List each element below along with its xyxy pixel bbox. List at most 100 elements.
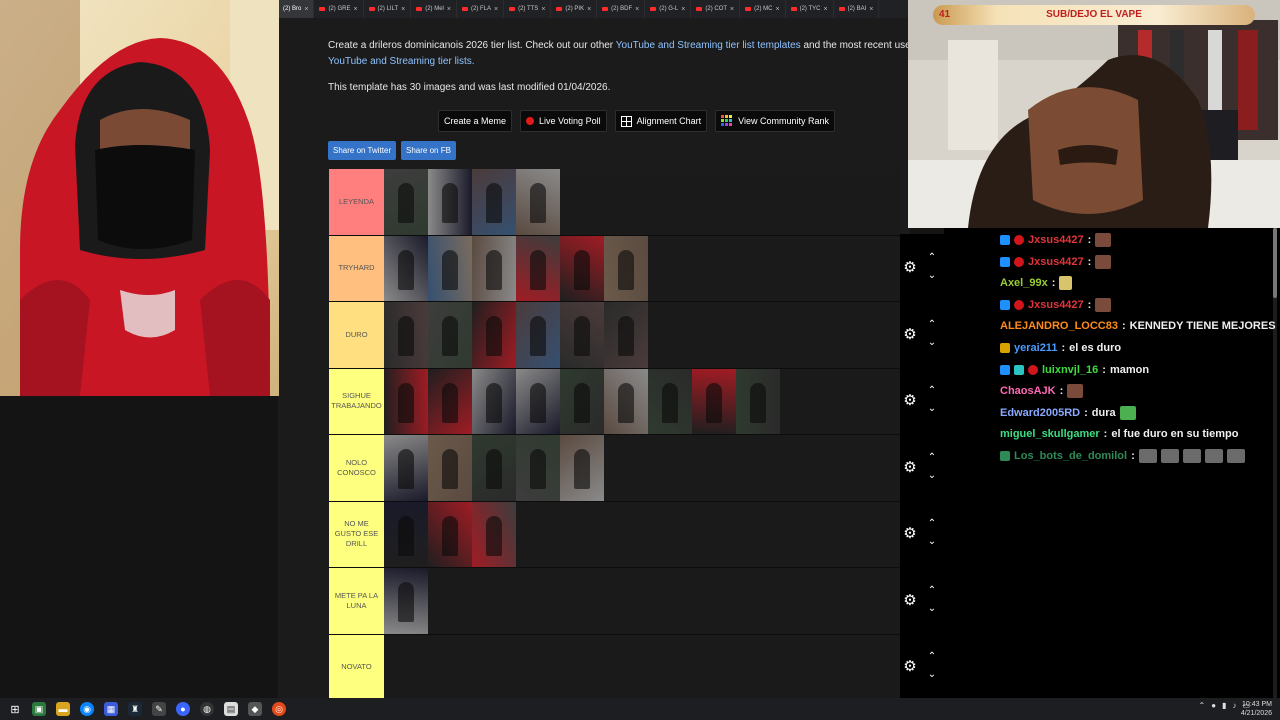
windows-start-icon[interactable]: ⊞ — [8, 702, 22, 716]
chevron-down-icon[interactable]: ⌄ — [926, 403, 938, 415]
chevron-down-icon[interactable]: ⌄ — [926, 470, 938, 482]
tier-item-image[interactable] — [428, 435, 472, 501]
tier-item-image[interactable] — [472, 501, 516, 567]
file-explorer-icon[interactable]: ▬ — [56, 702, 70, 716]
browser-tab[interactable]: (2) PIK × — [551, 0, 598, 18]
tier-item-image[interactable] — [692, 368, 736, 434]
close-tab-icon[interactable]: × — [681, 6, 685, 13]
network-icon[interactable]: ▮ — [1222, 701, 1226, 710]
volume-icon[interactable]: ♪ — [1232, 701, 1236, 710]
chevron-up-icon[interactable]: ⌃ — [926, 651, 938, 663]
chat-scrollbar-thumb[interactable] — [1273, 228, 1277, 298]
chevron-up-icon[interactable]: ⌃ — [926, 319, 938, 331]
close-tab-icon[interactable]: × — [447, 6, 451, 13]
chat-username[interactable]: luixnvjl_16 — [1042, 364, 1098, 376]
tier-item-image[interactable] — [516, 368, 560, 434]
tier-label[interactable]: NO ME GUSTO ESE DRILL — [329, 501, 384, 567]
gear-icon[interactable]: ⚙ — [902, 659, 918, 675]
steam-icon[interactable]: ♜ — [128, 702, 142, 716]
close-tab-icon[interactable]: × — [823, 6, 827, 13]
close-tab-icon[interactable]: × — [635, 6, 639, 13]
calendar-icon[interactable]: ▤ — [224, 702, 238, 716]
gear-icon[interactable]: ⚙ — [902, 260, 918, 276]
chevron-up-icon[interactable]: ⌃ — [1198, 701, 1205, 710]
tier-item-image[interactable] — [428, 501, 472, 567]
tier-item-image[interactable] — [428, 169, 472, 235]
tier-item-image[interactable] — [736, 368, 780, 434]
tier-item-image[interactable] — [384, 235, 428, 301]
tier-item-image[interactable] — [384, 501, 428, 567]
obs-icon[interactable]: ◍ — [200, 702, 214, 716]
share-fb-button[interactable]: Share on FB — [401, 141, 456, 160]
close-tab-icon[interactable]: × — [869, 6, 873, 13]
tier-label[interactable]: NOLO CONOSCO — [329, 435, 384, 501]
share-twitter-button[interactable]: Share on Twitter — [328, 141, 397, 160]
taskbar-clock[interactable]: 10:43 PM 4/21/2026 — [1241, 700, 1272, 718]
microphone-icon[interactable]: ● — [1211, 701, 1216, 710]
youtube-templates-link[interactable]: YouTube and Streaming tier list template… — [616, 40, 801, 51]
chevron-up-icon[interactable]: ⌃ — [926, 452, 938, 464]
chevron-up-icon[interactable]: ⌃ — [926, 252, 938, 264]
tier-item-image[interactable] — [384, 368, 428, 434]
tier-item-image[interactable] — [560, 435, 604, 501]
browser-tab[interactable]: (2) Bro × — [278, 0, 315, 18]
tier-item-image[interactable] — [472, 302, 516, 368]
close-tab-icon[interactable]: × — [775, 6, 779, 13]
close-tab-icon[interactable]: × — [304, 6, 308, 13]
browser-tab[interactable]: (2) LILT × — [364, 0, 412, 18]
browser-tab[interactable]: (2) BDF × — [597, 0, 646, 18]
chat-username[interactable]: Los_bots_de_domilol — [1014, 450, 1127, 462]
tier-item-image[interactable] — [384, 302, 428, 368]
tier-item-image[interactable] — [472, 435, 516, 501]
shield-icon[interactable]: ◆ — [248, 702, 262, 716]
tier-item-image[interactable] — [472, 169, 516, 235]
tier-item-image[interactable] — [560, 368, 604, 434]
close-tab-icon[interactable]: × — [541, 6, 545, 13]
chat-username[interactable]: Edward2005RD — [1000, 407, 1080, 419]
store-icon[interactable]: ▦ — [104, 702, 118, 716]
chat-username[interactable]: miguel_skullgamer — [1000, 428, 1100, 440]
chat-scrollbar-track[interactable] — [1273, 228, 1277, 698]
tier-label[interactable]: SIGHUE TRABAJANDO — [329, 368, 384, 434]
chat-username[interactable]: ChaosAJK — [1000, 385, 1056, 397]
gear-icon[interactable]: ⚙ — [902, 393, 918, 409]
chat-username[interactable]: ALEJANDRO_LOCC83 — [1000, 320, 1118, 332]
tier-label[interactable]: NOVATO — [329, 634, 384, 698]
tier-item-image[interactable] — [604, 368, 648, 434]
chrome-icon[interactable]: ◎ — [272, 702, 286, 716]
tier-item-image[interactable] — [648, 368, 692, 434]
view-community-rank-button[interactable]: View Community Rank — [715, 110, 835, 132]
close-tab-icon[interactable]: × — [401, 6, 405, 13]
gear-icon[interactable]: ⚙ — [902, 326, 918, 343]
tier-label[interactable]: TRYHARD — [329, 235, 384, 301]
tier-item-image[interactable] — [428, 302, 472, 368]
browser-tab[interactable]: (2) COT × — [691, 0, 741, 18]
gear-icon[interactable]: ⚙ — [902, 526, 918, 542]
chevron-down-icon[interactable]: ⌄ — [926, 669, 938, 681]
browser-tab[interactable]: (2) MC × — [740, 0, 786, 18]
tier-label[interactable]: LEYENDA — [329, 169, 384, 235]
chevron-up-icon[interactable]: ⌃ — [926, 585, 938, 597]
tier-item-image[interactable] — [428, 235, 472, 301]
tier-item-image[interactable] — [384, 435, 428, 501]
close-tab-icon[interactable]: × — [730, 6, 734, 13]
gear-icon[interactable]: ⚙ — [902, 592, 918, 609]
tier-item-image[interactable] — [560, 302, 604, 368]
tier-item-image[interactable] — [384, 568, 428, 634]
browser-edge-icon[interactable]: ◉ — [80, 702, 94, 716]
create-meme-button[interactable]: Create a Meme — [438, 110, 513, 132]
chevron-down-icon[interactable]: ⌄ — [926, 270, 938, 282]
chevron-down-icon[interactable]: ⌄ — [926, 536, 938, 548]
pen-tool-icon[interactable]: ✎ — [152, 702, 166, 716]
tier-item-image[interactable] — [604, 235, 648, 301]
app-icon[interactable]: ● — [176, 702, 190, 716]
close-tab-icon[interactable]: × — [587, 6, 591, 13]
tier-item-image[interactable] — [516, 169, 560, 235]
browser-tab[interactable]: (2) GRE × — [314, 0, 364, 18]
chat-username[interactable]: Jxsus4427 — [1028, 256, 1084, 268]
browser-tab[interactable]: (2) Mel × — [411, 0, 457, 18]
browser-tab[interactable]: (2) TTS × — [504, 0, 552, 18]
chevron-down-icon[interactable]: ⌄ — [926, 337, 938, 349]
tier-item-image[interactable] — [604, 302, 648, 368]
chat-username[interactable]: Jxsus4427 — [1028, 234, 1084, 246]
